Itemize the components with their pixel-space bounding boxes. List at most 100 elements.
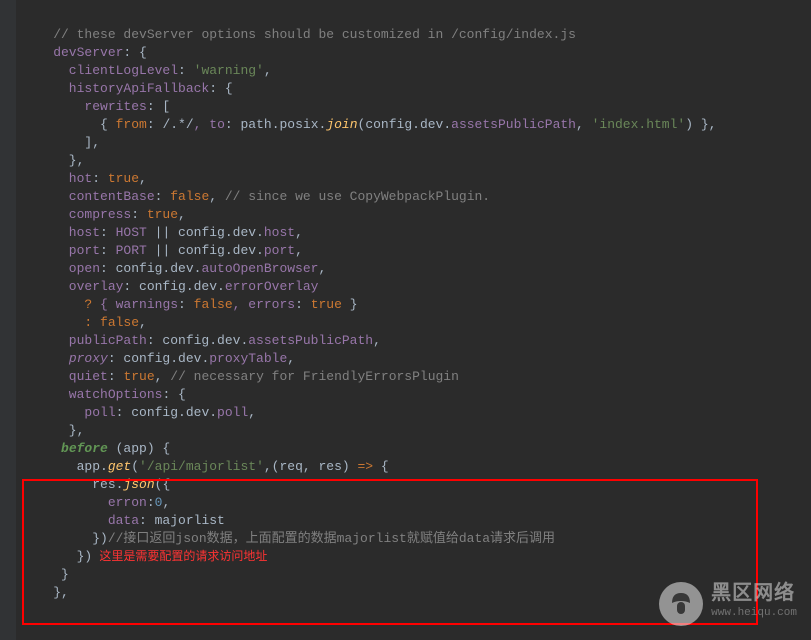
comma: , bbox=[264, 63, 272, 78]
code-line: }) bbox=[22, 549, 92, 564]
params: (app) { bbox=[116, 441, 171, 456]
code-line: }, bbox=[22, 153, 84, 168]
comma: , bbox=[287, 351, 295, 366]
bool: true bbox=[123, 369, 154, 384]
code-line: clientLogLevel bbox=[22, 63, 178, 78]
annotation-text: 这里是需要配置的请求访问地址 bbox=[92, 550, 267, 564]
text: (config.dev. bbox=[358, 117, 452, 132]
text: : config.dev. bbox=[116, 405, 217, 420]
prop: autoOpenBrowser bbox=[201, 261, 318, 276]
code-line: host bbox=[22, 225, 100, 240]
gutter bbox=[0, 0, 16, 640]
bool: true bbox=[311, 297, 342, 312]
const: HOST bbox=[116, 225, 147, 240]
string: '/api/majorlist' bbox=[139, 459, 264, 474]
code-line: }, bbox=[22, 585, 69, 600]
comma: , bbox=[318, 261, 326, 276]
text: || config.dev. bbox=[147, 225, 264, 240]
code-editor[interactable]: // these devServer options should be cus… bbox=[0, 0, 811, 610]
regex: /.*/ bbox=[162, 117, 193, 132]
indent: { bbox=[22, 117, 116, 132]
indent: res. bbox=[22, 477, 123, 492]
code-line: publicPath bbox=[22, 333, 147, 348]
comma: , bbox=[295, 225, 303, 240]
proxy: proxy bbox=[69, 351, 108, 366]
string: 'warning' bbox=[194, 63, 264, 78]
indent bbox=[22, 351, 69, 366]
comma: , bbox=[373, 333, 381, 348]
ternary: ? bbox=[84, 297, 100, 312]
code-line: overlay bbox=[22, 279, 123, 294]
comma: , bbox=[209, 189, 225, 204]
brace: ({ bbox=[155, 477, 171, 492]
comma: , bbox=[248, 405, 256, 420]
code-line: watchOptions bbox=[22, 387, 162, 402]
colon: : bbox=[295, 297, 311, 312]
code-line: }, bbox=[22, 423, 84, 438]
paren: ( bbox=[131, 459, 139, 474]
prop: poll bbox=[217, 405, 248, 420]
colon: : bbox=[100, 225, 116, 240]
brace: : { bbox=[162, 387, 185, 402]
brace: : { bbox=[209, 81, 232, 96]
bool: true bbox=[147, 207, 178, 222]
text: : config.dev. bbox=[108, 351, 209, 366]
bracket: : [ bbox=[147, 99, 170, 114]
prop: host bbox=[264, 225, 295, 240]
bool: false bbox=[170, 189, 209, 204]
brace: { bbox=[373, 459, 389, 474]
code-line: erron bbox=[22, 495, 147, 510]
text: || config.dev. bbox=[147, 243, 264, 258]
const: PORT bbox=[116, 243, 147, 258]
bool: true bbox=[108, 171, 139, 186]
key: , to bbox=[194, 117, 225, 132]
brace: { warnings bbox=[100, 297, 178, 312]
indent: app. bbox=[22, 459, 108, 474]
colon: : bbox=[84, 315, 100, 330]
comment: //接口返回json数据，上面配置的数据majorlist就赋值给data请求后… bbox=[108, 531, 555, 546]
params: ,(req, res) bbox=[264, 459, 358, 474]
code-line: ], bbox=[22, 135, 100, 150]
func: get bbox=[108, 459, 131, 474]
colon: : bbox=[131, 207, 147, 222]
brace: ) }, bbox=[685, 117, 716, 132]
text: : path.posix. bbox=[225, 117, 326, 132]
prop: port bbox=[264, 243, 295, 258]
code-line: open bbox=[22, 261, 100, 276]
prop: proxyTable bbox=[209, 351, 287, 366]
colon: : bbox=[178, 63, 194, 78]
comma: , bbox=[576, 117, 592, 132]
code-line: rewrites bbox=[22, 99, 147, 114]
text: : majorlist bbox=[139, 513, 225, 528]
bool: false bbox=[194, 297, 233, 312]
code-line: port bbox=[22, 243, 100, 258]
colon: : bbox=[92, 171, 108, 186]
comment: // since we use CopyWebpackPlugin. bbox=[225, 189, 490, 204]
code-line: quiet bbox=[22, 369, 108, 384]
key: , errors bbox=[233, 297, 295, 312]
indent bbox=[22, 441, 61, 456]
bool: false bbox=[100, 315, 139, 330]
comment: // necessary for FriendlyErrorsPlugin bbox=[170, 369, 459, 384]
code-line: compress bbox=[22, 207, 131, 222]
colon: : bbox=[147, 495, 155, 510]
code-line: } bbox=[22, 567, 69, 582]
arrow: => bbox=[358, 459, 374, 474]
comma: , bbox=[155, 369, 171, 384]
text: : config.dev. bbox=[123, 279, 224, 294]
code-line: contentBase bbox=[22, 189, 155, 204]
comma: , bbox=[178, 207, 186, 222]
code-line: historyApiFallback bbox=[22, 81, 209, 96]
string: 'index.html' bbox=[592, 117, 686, 132]
text: : config.dev. bbox=[100, 261, 201, 276]
text: : config.dev. bbox=[147, 333, 248, 348]
code-line: hot bbox=[22, 171, 92, 186]
code-line: data bbox=[22, 513, 139, 528]
brace: : { bbox=[123, 45, 146, 60]
comma: , bbox=[162, 495, 170, 510]
colon: : bbox=[178, 297, 194, 312]
indent bbox=[22, 315, 84, 330]
colon: : bbox=[155, 189, 171, 204]
prop: errorOverlay bbox=[225, 279, 319, 294]
code-line: poll bbox=[22, 405, 116, 420]
